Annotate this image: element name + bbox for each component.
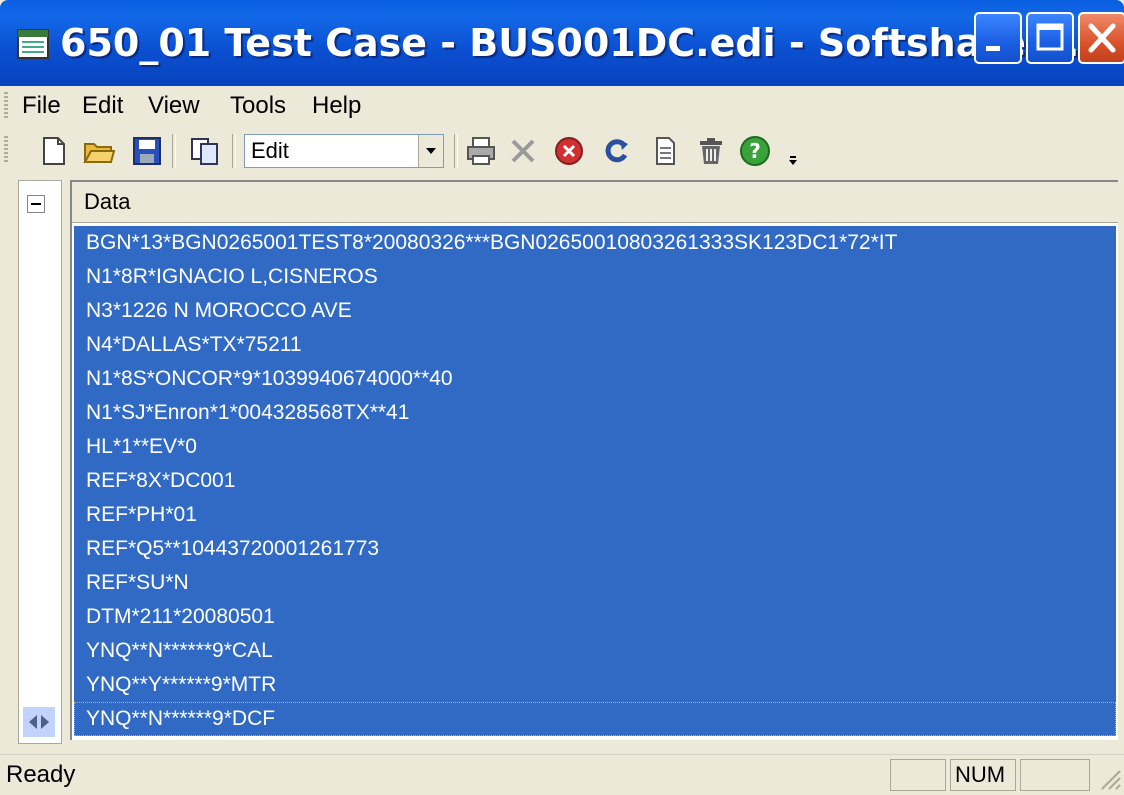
close-icon bbox=[1088, 23, 1116, 53]
menu-edit[interactable]: Edit bbox=[82, 86, 123, 126]
trash-icon[interactable] bbox=[694, 134, 728, 168]
collapse-toggle[interactable] bbox=[27, 195, 45, 213]
refresh-icon[interactable] bbox=[600, 134, 634, 168]
table-row[interactable]: REF*8X*DC001 bbox=[74, 464, 1116, 498]
data-rows: BGN*13*BGN0265001TEST8*20080326***BGN026… bbox=[74, 226, 1116, 736]
resize-grip-icon[interactable] bbox=[1096, 765, 1122, 791]
document-icon[interactable] bbox=[648, 134, 682, 168]
status-pane-scroll bbox=[1020, 759, 1090, 791]
menu-tools[interactable]: Tools bbox=[230, 86, 286, 126]
data-grid: Data BGN*13*BGN0265001TEST8*20080326***B… bbox=[70, 180, 1118, 740]
table-row[interactable]: N1*SJ*Enron*1*004328568TX**41 bbox=[74, 396, 1116, 430]
close-button[interactable] bbox=[1078, 12, 1124, 64]
minimize-icon bbox=[986, 46, 1000, 51]
mode-select[interactable]: Edit bbox=[244, 134, 444, 168]
title-bar[interactable]: 650_01 Test Case - BUS001DC.edi - Softsh… bbox=[0, 0, 1124, 86]
status-pane-num: NUM bbox=[950, 759, 1016, 791]
help-icon[interactable]: ? bbox=[738, 134, 772, 168]
toolbar-separator bbox=[232, 134, 236, 168]
table-row[interactable]: DTM*211*20080501 bbox=[74, 600, 1116, 634]
mode-select-value: Edit bbox=[251, 138, 289, 163]
save-icon[interactable] bbox=[130, 134, 164, 168]
open-folder-icon[interactable] bbox=[82, 134, 116, 168]
table-row[interactable]: YNQ**Y******9*MTR bbox=[74, 668, 1116, 702]
column-header-label: Data bbox=[84, 189, 131, 214]
num-lock-indicator: NUM bbox=[955, 762, 1006, 787]
table-row-focused[interactable]: YNQ**N******9*DCF bbox=[74, 702, 1116, 736]
table-row[interactable]: N1*8S*ONCOR*9*1039940674000**40 bbox=[74, 362, 1116, 396]
status-text: Ready bbox=[6, 761, 76, 788]
scroll-arrows-icon[interactable] bbox=[23, 707, 55, 737]
menu-bar: File Edit View Tools Help bbox=[0, 86, 1124, 126]
tree-panel bbox=[18, 180, 62, 744]
toolbar-grip[interactable] bbox=[4, 136, 8, 162]
minimize-button[interactable] bbox=[974, 12, 1022, 64]
app-icon bbox=[17, 29, 49, 59]
status-pane-empty bbox=[890, 759, 946, 791]
table-row[interactable]: YNQ**N******9*CAL bbox=[74, 634, 1116, 668]
toolbar-overflow-icon[interactable] bbox=[786, 134, 800, 168]
window-title: 650_01 Test Case - BUS001DC.edi - Softsh… bbox=[60, 21, 1109, 65]
maximize-icon bbox=[1036, 23, 1064, 51]
maximize-button[interactable] bbox=[1026, 12, 1074, 64]
table-row[interactable]: N3*1226 N MOROCCO AVE bbox=[74, 294, 1116, 328]
table-row[interactable]: HL*1**EV*0 bbox=[74, 430, 1116, 464]
stop-icon[interactable] bbox=[552, 134, 586, 168]
menu-file[interactable]: File bbox=[22, 86, 61, 126]
table-row[interactable]: REF*Q5**10443720001261773 bbox=[74, 532, 1116, 566]
column-header[interactable]: Data bbox=[72, 182, 1118, 223]
chevron-down-icon[interactable] bbox=[418, 135, 443, 167]
toolbar-separator bbox=[172, 134, 176, 168]
menu-view[interactable]: View bbox=[148, 86, 200, 126]
menu-grip[interactable] bbox=[4, 92, 8, 118]
table-row[interactable]: REF*PH*01 bbox=[74, 498, 1116, 532]
table-row[interactable]: BGN*13*BGN0265001TEST8*20080326***BGN026… bbox=[74, 226, 1116, 260]
table-row[interactable]: N4*DALLAS*TX*75211 bbox=[74, 328, 1116, 362]
status-bar: Ready NUM bbox=[0, 754, 1124, 795]
copy-icon[interactable] bbox=[188, 134, 222, 168]
menu-help[interactable]: Help bbox=[312, 86, 361, 126]
print-icon[interactable] bbox=[464, 134, 498, 168]
delete-x-icon[interactable] bbox=[506, 134, 540, 168]
svg-text:?: ? bbox=[749, 139, 761, 163]
table-row[interactable]: REF*SU*N bbox=[74, 566, 1116, 600]
table-row[interactable]: N1*8R*IGNACIO L,CISNEROS bbox=[74, 260, 1116, 294]
new-file-icon[interactable] bbox=[36, 134, 70, 168]
toolbar: Edit ? bbox=[0, 126, 1124, 176]
toolbar-separator bbox=[454, 134, 458, 168]
